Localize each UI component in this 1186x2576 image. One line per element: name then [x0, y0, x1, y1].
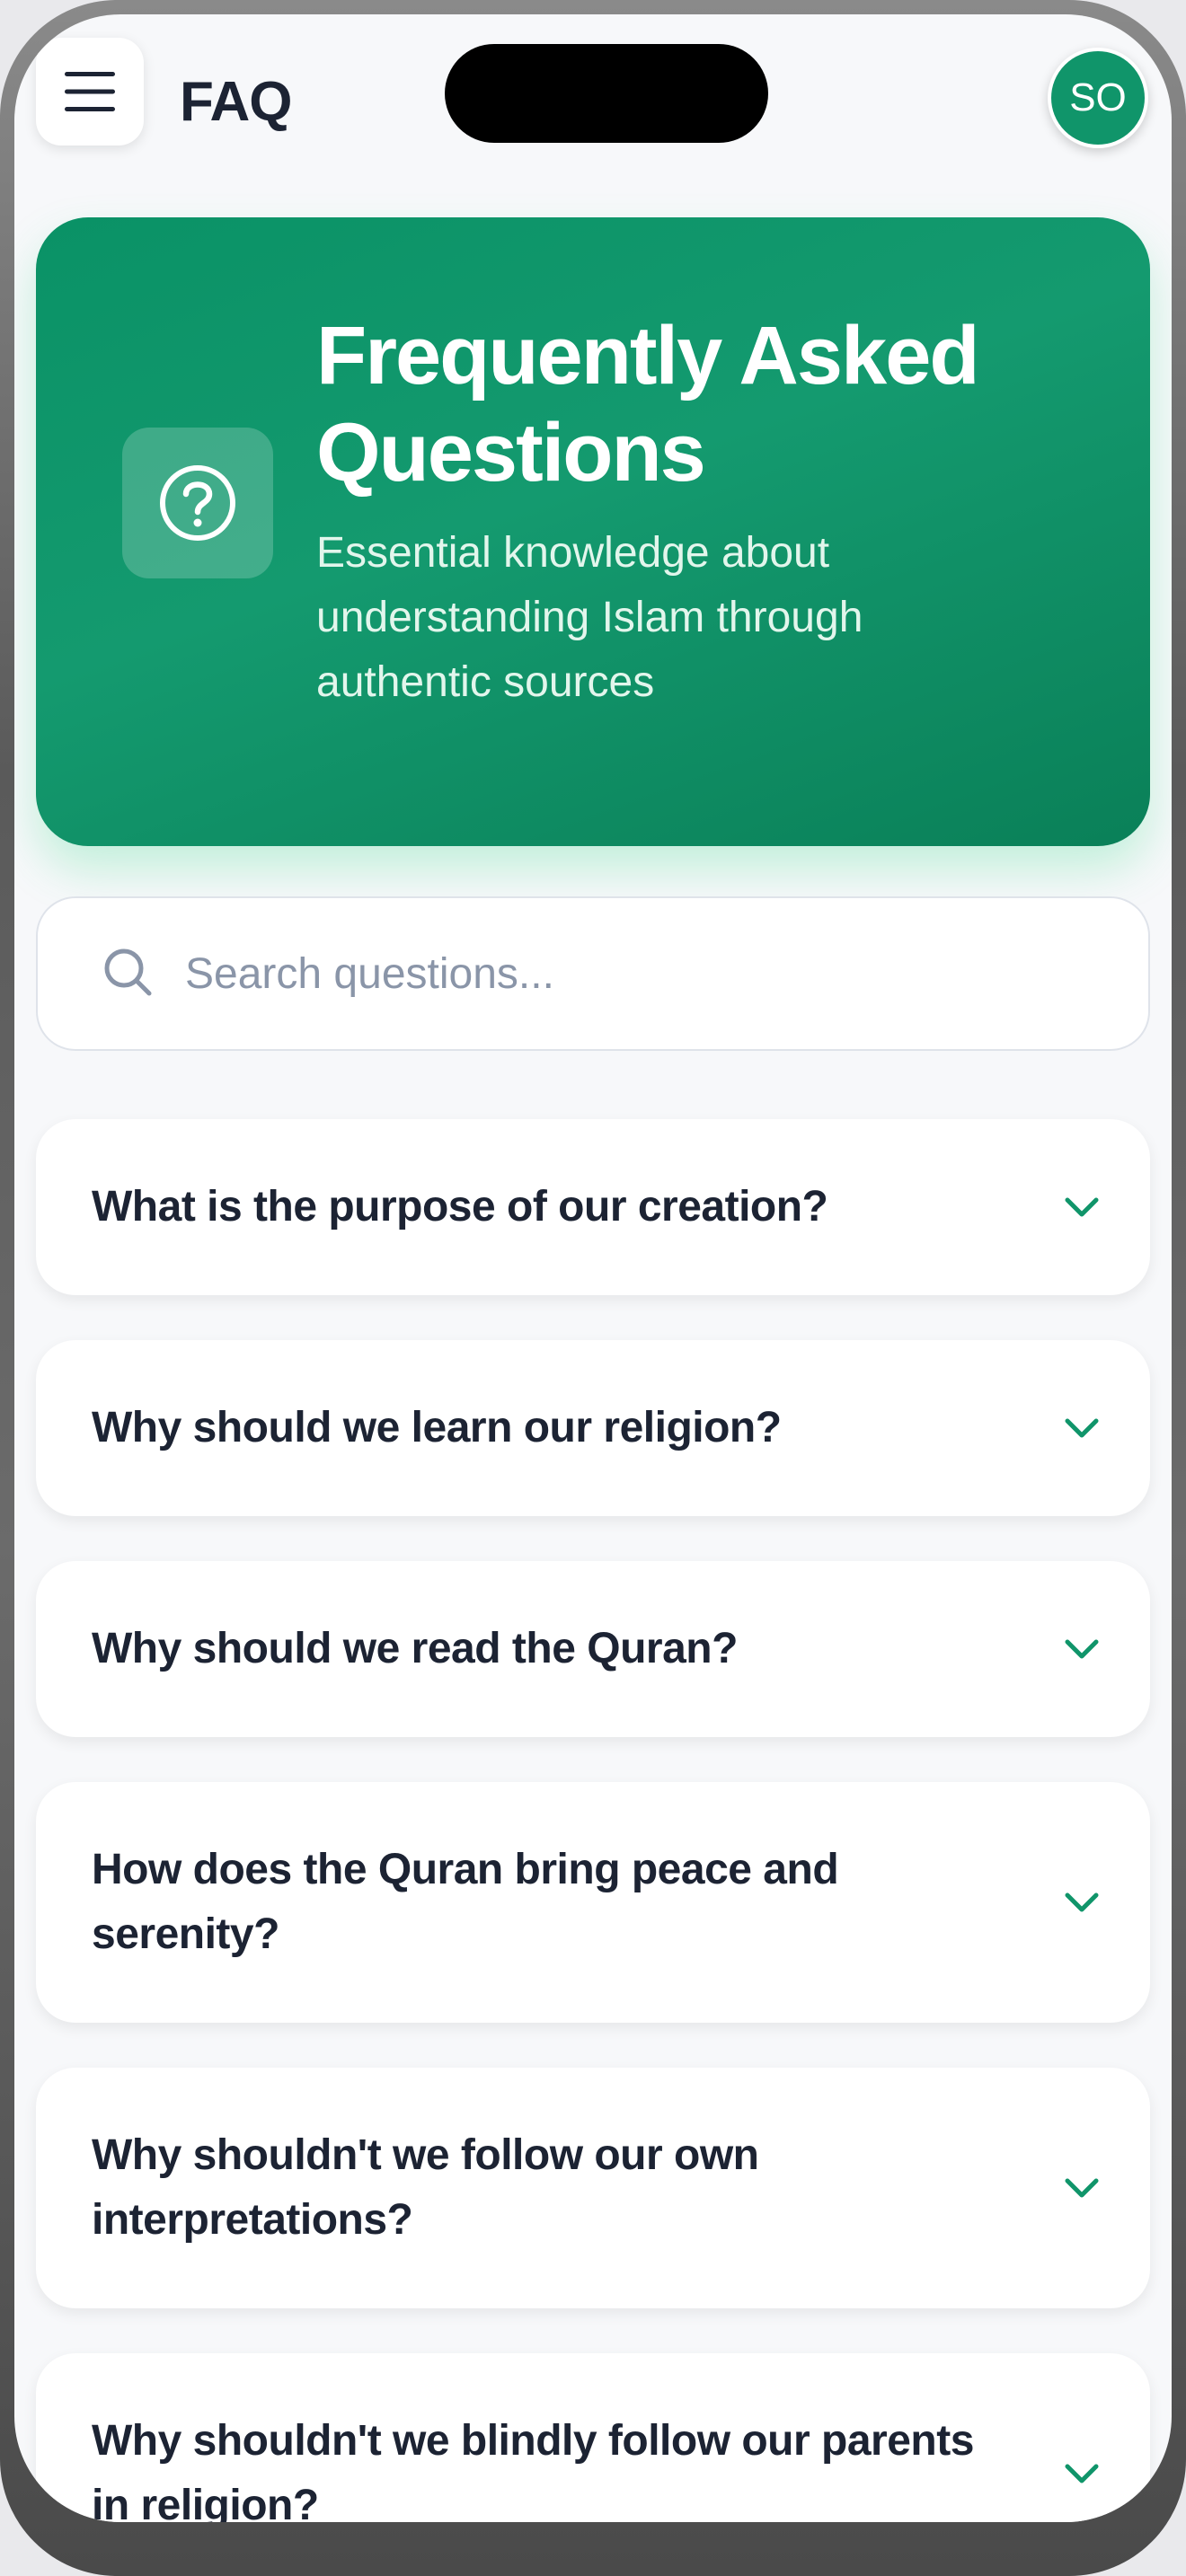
- hamburger-icon: [65, 72, 115, 111]
- faq-question: Why shouldn't we follow our own interpre…: [92, 2131, 759, 2244]
- dynamic-island: [445, 44, 768, 143]
- faq-item[interactable]: What is the purpose of our creation?: [36, 1119, 1150, 1295]
- chevron-down-icon: [1065, 1639, 1099, 1659]
- faq-item[interactable]: Why shouldn't we blindly follow our pare…: [36, 2353, 1150, 2522]
- faq-item[interactable]: Why shouldn't we follow our own interpre…: [36, 2068, 1150, 2308]
- faq-question: Why should we read the Quran?: [92, 1625, 738, 1672]
- faq-item[interactable]: Why should we read the Quran?: [36, 1561, 1150, 1737]
- search-bar[interactable]: [36, 896, 1150, 1051]
- search-input[interactable]: [185, 938, 1084, 1010]
- faq-question: How does the Quran bring peace and seren…: [92, 1846, 839, 1958]
- search-icon: [104, 948, 152, 996]
- hero-subtitle: Essential knowledge about understanding …: [316, 529, 863, 706]
- faq-question: Why shouldn't we blindly follow our pare…: [92, 2417, 974, 2522]
- user-avatar[interactable]: SO: [1048, 48, 1148, 148]
- app-screen: FAQ SO Frequently Asked Questions Essent…: [14, 14, 1172, 2522]
- device-frame: FAQ SO Frequently Asked Questions Essent…: [0, 0, 1186, 2576]
- menu-button[interactable]: [36, 38, 144, 146]
- faq-question: What is the purpose of our creation?: [92, 1183, 828, 1231]
- chevron-down-icon: [1065, 1892, 1099, 1912]
- chevron-down-icon: [1065, 2464, 1099, 2483]
- question-circle-icon: [160, 465, 235, 541]
- faq-item[interactable]: Why should we learn our religion?: [36, 1340, 1150, 1516]
- hero-banner: Frequently Asked Questions Essential kno…: [36, 217, 1150, 846]
- hero-icon-container: [122, 428, 273, 578]
- faq-question: Why should we learn our religion?: [92, 1404, 782, 1451]
- page-title: FAQ: [180, 71, 292, 133]
- faq-item[interactable]: How does the Quran bring peace and seren…: [36, 1782, 1150, 2023]
- chevron-down-icon: [1065, 1197, 1099, 1217]
- chevron-down-icon: [1065, 2178, 1099, 2198]
- hero-title: Frequently Asked Questions: [316, 310, 980, 498]
- chevron-down-icon: [1065, 1418, 1099, 1438]
